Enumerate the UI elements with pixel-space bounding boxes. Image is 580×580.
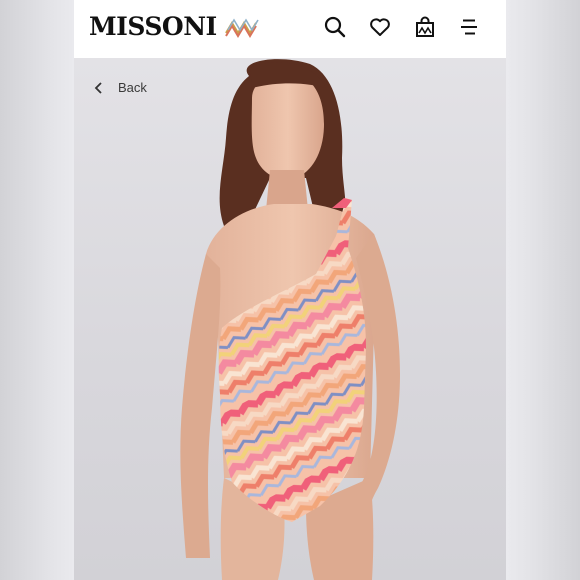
header-actions (323, 15, 482, 39)
back-label: Back (118, 80, 147, 95)
background-left (0, 0, 74, 580)
brand-wordmark: MISSONI (89, 12, 217, 41)
shopping-bag-icon[interactable] (413, 15, 437, 39)
phone-screen: MISSONI Back (74, 0, 506, 580)
top-bar: MISSONI (74, 0, 506, 58)
heart-icon[interactable] (368, 15, 392, 39)
background-right (506, 0, 580, 580)
menu-icon[interactable] (458, 15, 482, 39)
back-link[interactable]: Back (94, 80, 147, 95)
model-swimsuit-image (180, 59, 400, 580)
search-icon[interactable] (323, 15, 347, 39)
brand-logo[interactable]: MISSONI (89, 12, 259, 42)
zigzag-logo-icon (224, 18, 259, 38)
chevron-left-icon (94, 81, 102, 94)
